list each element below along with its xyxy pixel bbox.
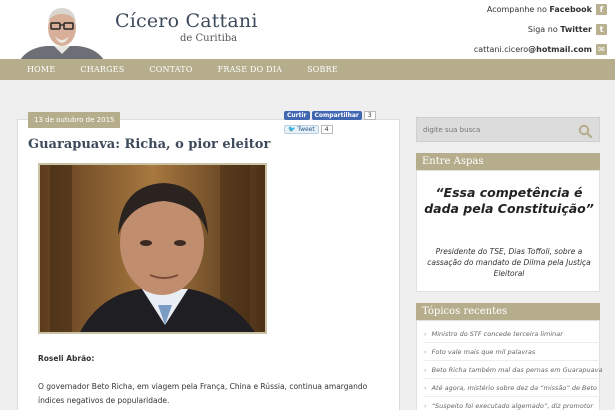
nav-frase-do-dia[interactable]: FRASE DO DIA xyxy=(218,65,282,74)
twitter-link[interactable]: Siga no Twitter t xyxy=(528,24,607,35)
twitter-share-bar: 🐦 Tweet 4 xyxy=(284,125,333,134)
main-nav: HOME CHARGES CONTATO FRASE DO DIA SOBRE xyxy=(0,59,615,80)
recent-topics-list: › Ministro do STF concede terceira limina… xyxy=(424,325,604,410)
twitter-icon[interactable]: t xyxy=(596,24,607,35)
nav-sobre[interactable]: SOBRE xyxy=(307,65,338,74)
site-subtitle: de Curitiba xyxy=(180,33,238,44)
post-date-badge: 13 de outubro de 2015 xyxy=(28,112,121,128)
chevron-right-icon: › xyxy=(424,348,427,356)
tweet-count: 4 xyxy=(320,125,333,134)
search-input[interactable] xyxy=(417,118,577,141)
twitter-prefix: Siga no xyxy=(527,25,561,34)
list-item[interactable]: › Ministro do STF concede terceira limina… xyxy=(424,325,604,343)
post-title[interactable]: Guarapuava: Richa, o pior eleitor xyxy=(28,137,270,152)
recent-topic-link[interactable]: Foto vale mais que mil palavras xyxy=(432,343,536,360)
facebook-icon[interactable]: f xyxy=(596,4,607,15)
search-box xyxy=(416,117,600,142)
recent-topic-link[interactable]: “Suspeito foi executado algemado”, diz p… xyxy=(432,397,593,410)
facebook-link[interactable]: Acompanhe no Facebook f xyxy=(487,4,607,15)
fb-share-label: Compartilhar xyxy=(314,112,359,119)
featured-quote: “Essa competência é dada pela Constituiç… xyxy=(424,185,594,216)
list-item[interactable]: › Foto vale mais que mil palavras xyxy=(424,343,604,361)
site-header: Cícero Cattani de Curitiba Acompanhe no … xyxy=(0,0,615,60)
quote-widget-title: Entre Aspas xyxy=(416,153,600,170)
list-item[interactable]: › Até agora, mistério sobre dez da “missã… xyxy=(424,379,604,397)
post-author: Roseli Abrão: xyxy=(38,354,95,363)
nav-charges[interactable]: CHARGES xyxy=(80,65,124,74)
email-link[interactable]: cattani.cicero@hotmail.com ✉ xyxy=(474,44,607,55)
site-title[interactable]: Cícero Cattani xyxy=(115,10,258,32)
recent-topic-link[interactable]: Ministro do STF concede terceira liminar xyxy=(432,325,563,342)
nav-home[interactable]: HOME xyxy=(27,65,55,74)
chevron-right-icon: › xyxy=(424,402,427,410)
fb-like-button[interactable]: Curtir xyxy=(284,111,310,120)
post-body: O governador Beto Richa, em viagem pela … xyxy=(38,382,368,405)
facebook-name: Facebook xyxy=(549,5,592,14)
list-item[interactable]: › “Suspeito foi executado algemado”, diz … xyxy=(424,397,604,410)
twitter-name: Twitter xyxy=(560,25,592,34)
nav-contato[interactable]: CONTATO xyxy=(149,65,192,74)
post-photo xyxy=(38,163,267,334)
recent-topic-link[interactable]: Até agora, mistério sobre dez da “missão… xyxy=(432,379,597,396)
chevron-right-icon: › xyxy=(424,366,427,374)
search-icon[interactable] xyxy=(578,123,593,142)
email-icon[interactable]: ✉ xyxy=(596,44,607,55)
recent-topic-link[interactable]: Beto Richa também mal das pernas em Guar… xyxy=(432,361,603,378)
email-domain: @hotmail.com xyxy=(528,45,592,54)
email-prefix: cattani.cicero xyxy=(473,45,529,54)
fb-share-button[interactable]: Compartilhar xyxy=(311,111,362,120)
fb-count: 3 xyxy=(363,111,376,120)
fb-like-label: Curtir xyxy=(287,112,307,119)
recent-topics-title: Tópicos recentes xyxy=(416,303,600,320)
quote-source: Presidente do TSE, Dias Toffoli, sobre a… xyxy=(427,247,591,278)
facebook-share-bar: Curtir Compartilhar 3 xyxy=(284,111,376,120)
tweet-label: Tweet xyxy=(297,126,315,133)
author-avatar xyxy=(18,4,106,60)
list-item[interactable]: › Beto Richa também mal das pernas em Gua… xyxy=(424,361,604,379)
chevron-right-icon: › xyxy=(424,384,427,392)
chevron-right-icon: › xyxy=(424,330,427,338)
tweet-button[interactable]: 🐦 Tweet xyxy=(284,125,319,134)
facebook-prefix: Acompanhe no xyxy=(486,5,550,14)
